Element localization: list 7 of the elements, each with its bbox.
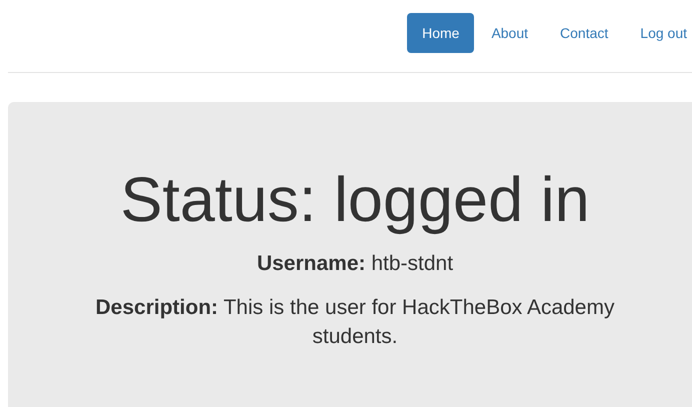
nav-link[interactable]: About (476, 13, 544, 53)
info-text: Description: This is the user for HackTheBox Academy students. (94, 294, 616, 350)
nav-link[interactable]: Contact (545, 13, 624, 53)
status-heading: Status: logged in (119, 166, 591, 236)
info-text: Username: htb-stdnt (256, 251, 454, 278)
nav-link[interactable]: Home (407, 13, 474, 53)
nav-link[interactable]: Log out (625, 13, 692, 53)
